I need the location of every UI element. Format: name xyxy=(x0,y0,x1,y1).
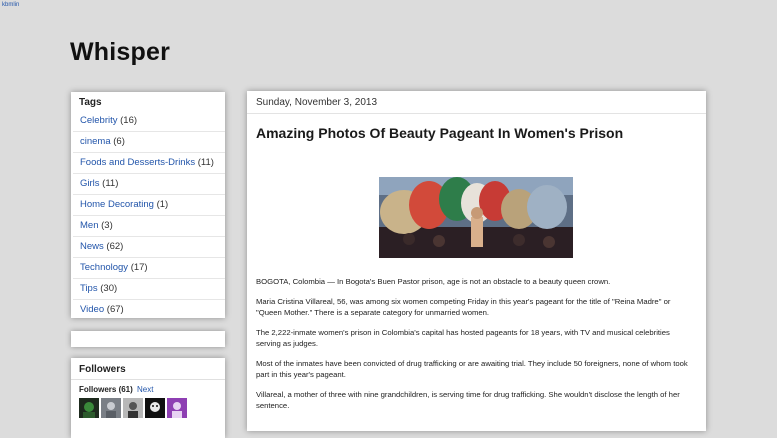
followers-count-line: Followers (61) Next xyxy=(71,380,225,398)
post-paragraph: Villareal, a mother of three with nine g… xyxy=(256,390,680,410)
blog-post: Sunday, November 3, 2013 Amazing Photos … xyxy=(247,91,706,431)
post-title[interactable]: Amazing Photos Of Beauty Pageant In Wome… xyxy=(256,125,623,141)
tag-item: Celebrity (16) xyxy=(73,111,225,132)
follower-avatar[interactable] xyxy=(167,398,187,418)
tag-link[interactable]: Foods and Desserts-Drinks xyxy=(80,157,195,168)
tag-count: (62) xyxy=(106,241,124,252)
tag-link[interactable]: Celebrity xyxy=(80,115,118,126)
tag-item: Technology (17) xyxy=(73,258,225,279)
follower-avatars xyxy=(71,398,225,418)
tag-link[interactable]: Girls xyxy=(80,178,100,189)
tag-item: Foods and Desserts-Drinks (11) xyxy=(73,153,225,174)
followers-widget: Followers Followers (61) Next xyxy=(71,358,225,438)
date-divider xyxy=(247,113,706,114)
tag-item: Men (3) xyxy=(73,216,225,237)
tag-link[interactable]: Tips xyxy=(80,283,98,294)
post-paragraph: The 2,222-inmate women's prison in Colom… xyxy=(256,328,670,348)
followers-count: Followers (61) xyxy=(79,385,133,394)
tag-count: (30) xyxy=(100,283,118,294)
follower-avatar[interactable] xyxy=(123,398,143,418)
followers-heading: Followers xyxy=(71,358,225,380)
tag-count: (16) xyxy=(120,115,138,126)
tag-count: (67) xyxy=(106,304,124,315)
tag-link[interactable]: Men xyxy=(80,220,98,231)
tag-link[interactable]: Technology xyxy=(80,262,128,273)
tag-count: (3) xyxy=(101,220,113,231)
post-body: BOGOTA, Colombia — In Bogota's Buen Past… xyxy=(256,276,696,420)
tags-widget: Tags Celebrity (16) cinema (6) Foods and… xyxy=(71,92,225,318)
post-paragraph: Most of the inmates have been convicted … xyxy=(256,359,688,379)
tag-list: Celebrity (16) cinema (6) Foods and Dess… xyxy=(71,111,225,320)
tag-count: (17) xyxy=(130,262,148,273)
tag-item: Home Decorating (1) xyxy=(73,195,225,216)
tag-item: Video (67) xyxy=(73,300,225,320)
tag-count: (6) xyxy=(113,136,125,147)
blog-title[interactable]: Whisper xyxy=(70,38,170,67)
tag-count: (11) xyxy=(102,178,119,189)
tag-link[interactable]: cinema xyxy=(80,136,111,147)
follower-avatar[interactable] xyxy=(101,398,121,418)
tag-item: Girls (11) xyxy=(73,174,225,195)
followers-next-link[interactable]: Next xyxy=(137,385,153,394)
post-paragraph: BOGOTA, Colombia — In Bogota's Buen Past… xyxy=(256,277,611,286)
pageant-photo[interactable] xyxy=(379,177,573,258)
follower-avatar[interactable] xyxy=(145,398,165,418)
post-date: Sunday, November 3, 2013 xyxy=(256,97,378,108)
tag-link[interactable]: News xyxy=(80,241,104,252)
tag-count: (11) xyxy=(197,157,214,168)
tag-item: Tips (30) xyxy=(73,279,225,300)
tag-link[interactable]: Home Decorating xyxy=(80,199,154,210)
tag-item: cinema (6) xyxy=(73,132,225,153)
empty-widget xyxy=(71,331,225,347)
tag-count: (1) xyxy=(156,199,169,210)
post-paragraph: Maria Cristina Villareal, 56, was among … xyxy=(256,297,671,317)
tag-item: News (62) xyxy=(73,237,225,258)
follower-avatar[interactable] xyxy=(79,398,99,418)
top-link[interactable]: kbmlin xyxy=(2,2,19,8)
tags-heading: Tags xyxy=(79,97,102,108)
tag-link[interactable]: Video xyxy=(80,304,104,315)
